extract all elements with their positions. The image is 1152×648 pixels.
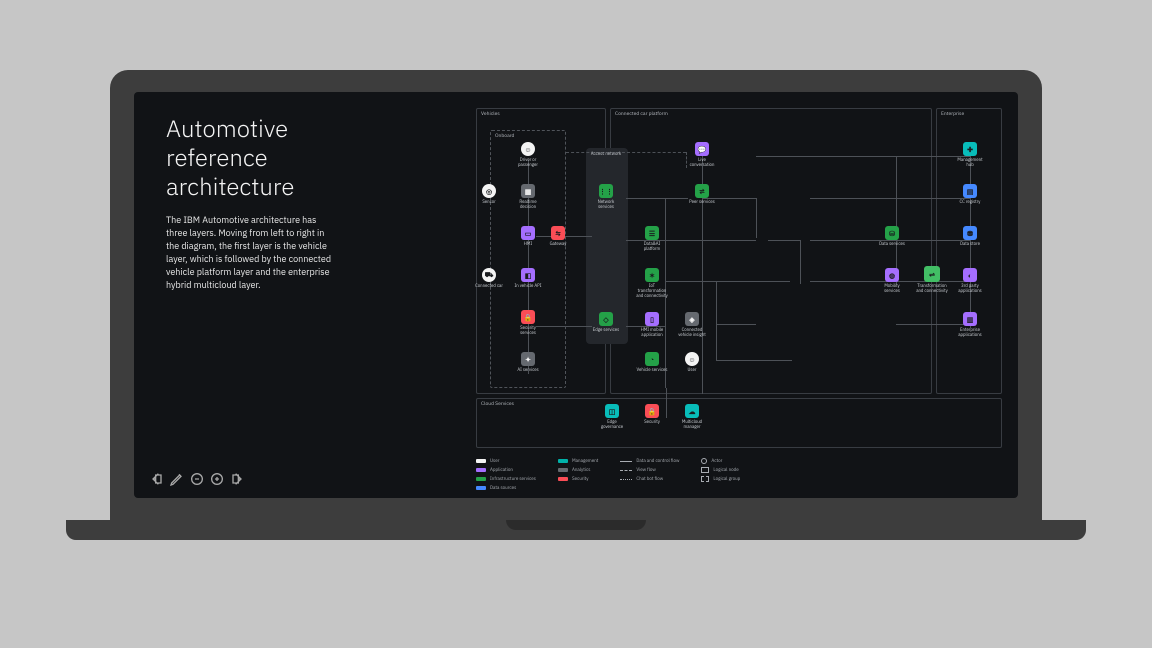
page-title: Automotive reference architecture xyxy=(166,114,294,200)
laptop-base xyxy=(110,520,1042,550)
nav-dot-icon[interactable] xyxy=(188,470,206,488)
edit-pencil-icon[interactable] xyxy=(168,470,186,488)
forward-arrow-icon[interactable] xyxy=(228,470,246,488)
mobility-icon-2: ◍ xyxy=(885,268,899,282)
node-ent-apps-b: ▥ Enterprise applications xyxy=(954,312,986,338)
node-security-cloud: 🔒 Security xyxy=(636,404,668,425)
node-third-party-b: ◐ 3rd party applications xyxy=(954,268,986,294)
node-mobility-b: ◍ Mobility services xyxy=(876,268,908,294)
data-svc-icon-2: ⛁ xyxy=(885,226,899,240)
datastore-icon-2: ⛃ xyxy=(963,226,977,240)
node-multicloud-manager: ☁ Multicloud manager xyxy=(676,404,708,430)
nav-dot-2-icon[interactable] xyxy=(208,470,226,488)
node-data-services-b: ⛁ Data services xyxy=(876,226,908,247)
hub-icon-2: ✚ xyxy=(963,142,977,156)
back-arrow-icon[interactable] xyxy=(148,470,166,488)
laptop-notch xyxy=(506,520,646,530)
edge-gov-icon: ◫ xyxy=(605,404,619,418)
legend: User Application Infrastructure services… xyxy=(476,458,1008,491)
node-mgmt-hub-b: ✚ Management hub xyxy=(954,142,986,168)
multicloud-icon: ☁ xyxy=(685,404,699,418)
node-transcon-b: ⇌ Transformation and connectivity xyxy=(916,266,948,294)
node-data-store-b: ⛃ Data store xyxy=(954,226,986,247)
architecture-diagram: Vehicles Onboard Connected car platform … xyxy=(476,108,1008,492)
lock-icon-2: 🔒 xyxy=(645,404,659,418)
laptop-lid: Automotive reference architecture The IB… xyxy=(110,70,1042,520)
page-description: The IBM Automotive architecture has thre… xyxy=(166,214,338,292)
registry-icon-2: ▤ xyxy=(963,184,977,198)
laptop-frame: Automotive reference architecture The IB… xyxy=(110,70,1042,550)
thirdparty-icon-2: ◐ xyxy=(963,268,977,282)
nav-toolbar xyxy=(148,470,246,488)
entapps-icon-2: ▥ xyxy=(963,312,977,326)
node-edge-governance: ◫ Edge governance xyxy=(596,404,628,430)
node-cc-registry-b: ▤ CC registry xyxy=(954,184,986,205)
transform-icon-2: ⇌ xyxy=(924,266,940,282)
screen: Automotive reference architecture The IB… xyxy=(134,92,1018,498)
